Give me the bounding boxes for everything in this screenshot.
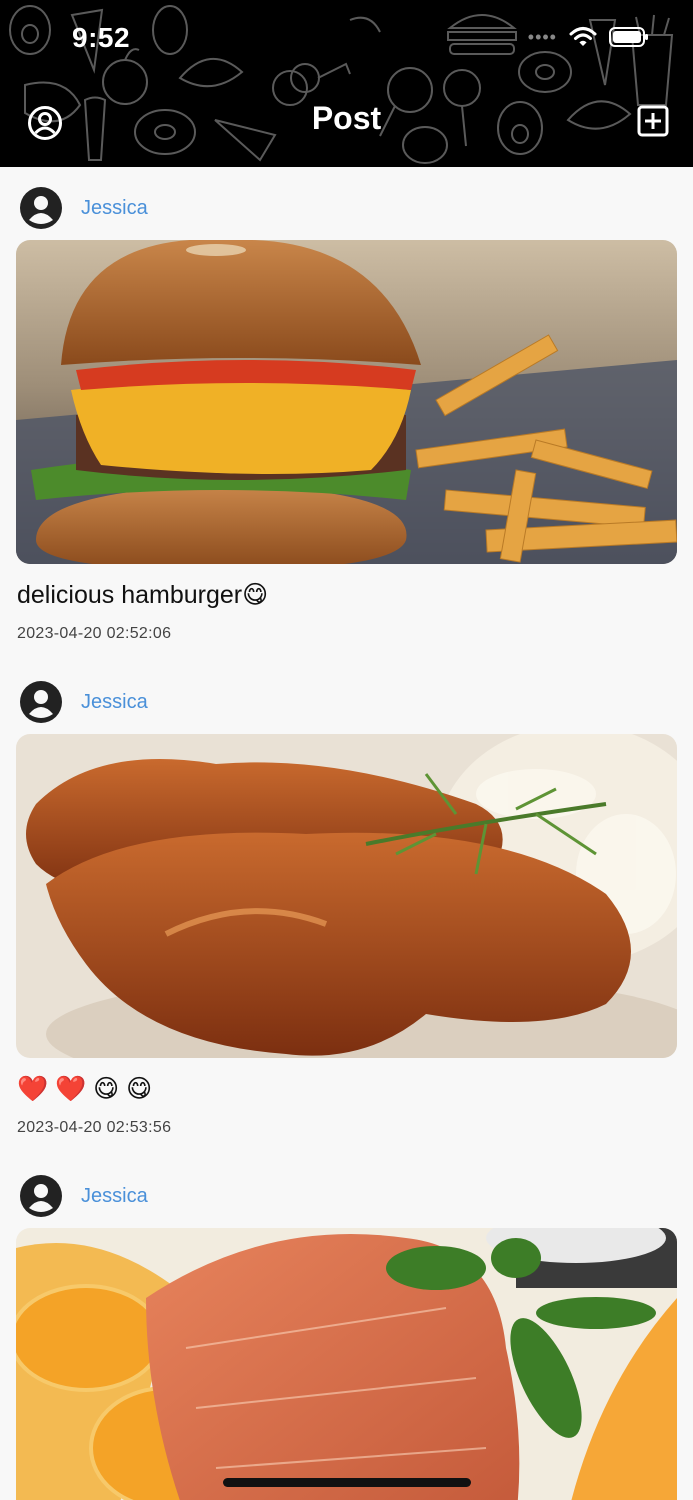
post-caption: delicious hamburger😋	[17, 581, 269, 609]
home-indicator[interactable]	[223, 1478, 471, 1487]
post-item: Jessica	[0, 167, 693, 661]
post-date: 2023-04-20 02:53:56	[17, 1119, 172, 1136]
post-photo-hamburger[interactable]	[16, 240, 677, 564]
post-username[interactable]: Jessica	[81, 691, 148, 714]
battery-icon	[609, 27, 648, 47]
post-author[interactable]: Jessica	[20, 187, 148, 229]
avatar-icon[interactable]	[20, 1175, 62, 1217]
post-author[interactable]: Jessica	[20, 681, 148, 723]
post-photo-salmon[interactable]	[16, 1228, 677, 1500]
post-username[interactable]: Jessica	[81, 1185, 148, 1208]
post-photo-chicken[interactable]	[16, 734, 677, 1058]
page-title: Post	[311, 100, 382, 136]
status-icons: ••••	[528, 26, 649, 48]
post-username[interactable]: Jessica	[81, 197, 148, 220]
wifi-icon	[569, 27, 597, 46]
add-post-icon[interactable]	[637, 105, 669, 137]
post-author[interactable]: Jessica	[20, 1175, 148, 1217]
nav-header: 9:52 •••• Post	[0, 0, 693, 167]
post-item: Jessica ❤️ ❤️ 😋 😋 2023-04-20 02:53:56	[0, 661, 693, 1155]
status-time: 9:52	[72, 22, 131, 53]
post-date: 2023-04-20 02:52:06	[17, 625, 172, 642]
post-feed[interactable]: Jessica delicious hamburger😋 2023-04-20 …	[0, 167, 693, 1500]
post-item: Jessica	[0, 1155, 693, 1500]
avatar-icon[interactable]	[20, 681, 62, 723]
avatar-icon[interactable]	[20, 187, 62, 229]
signal-icon: ••••	[527, 26, 557, 47]
post-caption: ❤️ ❤️ 😋 😋	[17, 1075, 153, 1103]
